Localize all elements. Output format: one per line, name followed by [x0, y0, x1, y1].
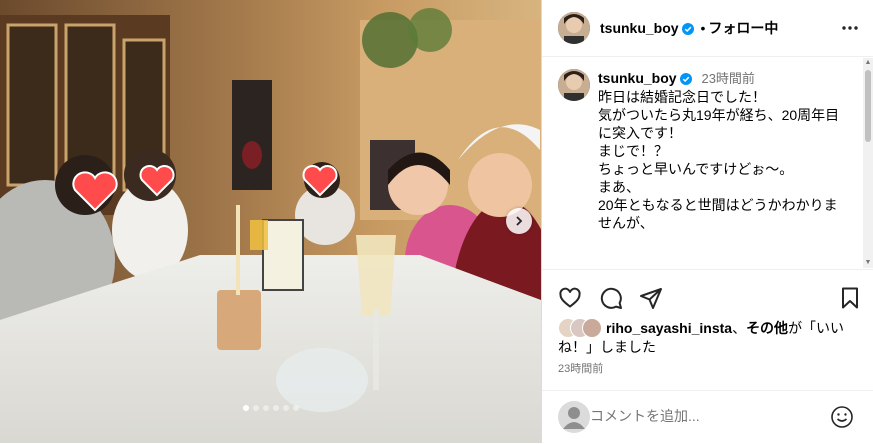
carousel-dot — [252, 405, 259, 411]
carousel-next-button[interactable] — [506, 208, 532, 234]
liked-by-others-link[interactable]: その他 — [746, 320, 788, 336]
verified-badge-icon — [681, 23, 694, 35]
caption-line: まあ、 — [598, 179, 640, 195]
author-avatar[interactable] — [558, 12, 590, 44]
caption-avatar[interactable] — [558, 69, 590, 101]
author-username[interactable]: tsunku_boy — [600, 20, 679, 36]
follow-status-button[interactable]: フォロー中 — [708, 20, 778, 36]
caption-line: まじで！？ — [598, 143, 668, 159]
caption-line: 気がついたら丸19年が経ち、20周年目 — [598, 107, 840, 123]
avatar-image — [558, 12, 590, 44]
carousel-dot — [282, 405, 289, 411]
caption-text: tsunku_boy 23時間前 昨日は結婚記念日でした！ 気がついたら丸19年… — [598, 69, 854, 232]
carousel-dot — [262, 405, 269, 411]
caption-line: ちょっと早いんですけどぉ〜。 — [598, 161, 794, 177]
liked-by-separator: 、 — [732, 320, 747, 336]
comment-bar — [542, 390, 873, 444]
scroll-up-icon[interactable]: ▲ — [863, 58, 873, 68]
more-options-icon[interactable] — [840, 18, 860, 38]
liked-by-username[interactable]: riho_sayashi_insta — [606, 320, 732, 336]
chevron-right-icon — [516, 216, 523, 226]
comment-input[interactable] — [590, 408, 810, 424]
caption-username[interactable]: tsunku_boy — [598, 70, 677, 86]
post-photo[interactable] — [0, 0, 541, 443]
photo-image — [0, 0, 541, 443]
carousel-dot — [272, 405, 279, 411]
liker-avatar — [582, 318, 602, 338]
current-user-avatar[interactable] — [558, 401, 590, 433]
caption-line: に突入です！ — [598, 125, 682, 141]
comment-bubble-icon[interactable] — [599, 286, 623, 315]
caption-area: tsunku_boy 23時間前 昨日は結婚記念日でした！ 気がついたら丸19年… — [542, 57, 873, 269]
post-timestamp[interactable]: 23時間前 — [558, 360, 603, 376]
emoji-smiley-icon[interactable] — [830, 405, 854, 434]
caption-time: 23時間前 — [701, 71, 755, 86]
avatar-image — [558, 69, 590, 101]
scroll-down-icon[interactable]: ▼ — [863, 258, 873, 268]
caption-line: せんが、 — [598, 215, 654, 231]
carousel-dot — [292, 405, 299, 411]
likes-summary: riho_sayashi_insta、その他が「いいね！」しました — [558, 318, 858, 357]
scrollbar-thumb[interactable] — [865, 70, 871, 142]
share-paper-plane-icon[interactable] — [639, 286, 663, 315]
save-bookmark-icon[interactable] — [838, 286, 862, 315]
caption-scrollbar[interactable]: ▲ ▼ — [863, 58, 873, 268]
post-side-panel: tsunku_boy • フォロー中 tsunku_boy 23時間前 昨日は結婚… — [541, 0, 873, 443]
like-heart-icon[interactable] — [558, 286, 582, 315]
header-separator: • — [700, 20, 706, 36]
carousel-dot — [242, 405, 249, 411]
post-header: tsunku_boy • フォロー中 — [542, 0, 873, 57]
default-user-icon — [563, 407, 585, 429]
verified-badge-icon — [679, 73, 692, 85]
caption-line: 20年ともなると世間はどうかわかりま — [598, 197, 838, 213]
liker-avatars — [558, 318, 602, 338]
caption-line: 昨日は結婚記念日でした！ — [598, 89, 766, 105]
carousel-indicators — [0, 405, 541, 411]
